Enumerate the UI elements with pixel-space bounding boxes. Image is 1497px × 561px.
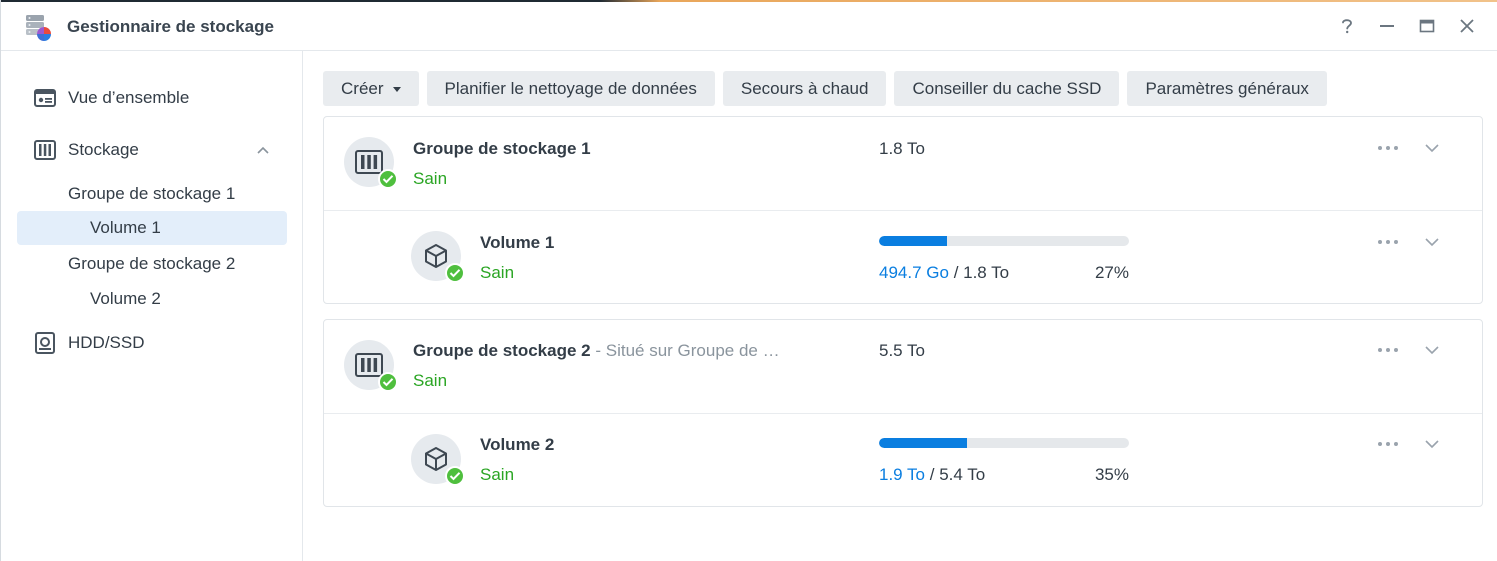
storage-pool-card: Groupe de stockage 2 - Situé sur Groupe … <box>323 319 1483 507</box>
volume-usage-percent: 35% <box>1094 465 1129 484</box>
hot-spare-button[interactable]: Secours à chaud <box>722 71 887 106</box>
storage-pool-row[interactable]: Groupe de stockage 2 - Situé sur Groupe … <box>324 320 1482 413</box>
storage-pool-status: Sain <box>413 169 448 188</box>
more-options-icon[interactable] <box>1376 343 1400 357</box>
chevron-down-icon[interactable] <box>1424 235 1440 249</box>
global-settings-button[interactable]: Paramètres généraux <box>1127 71 1327 106</box>
sidebar: Vue d’ensemble Stockage Groupe de stocka… <box>1 51 303 561</box>
volume-row[interactable]: Volume 1 Sain 494.7 Go / 1.8 To 27% <box>324 210 1482 303</box>
storage-pool-icon <box>344 137 398 189</box>
volume-usage-text: 494.7 Go / 1.8 To <box>879 263 1010 282</box>
sidebar-item-label: Groupe de stockage 1 <box>68 184 236 203</box>
minimize-icon[interactable] <box>1375 14 1399 38</box>
sidebar-item-label: HDD/SSD <box>68 333 145 352</box>
storage-pool-name: Groupe de stockage 1 <box>413 139 591 158</box>
dropdown-caret-icon <box>392 87 401 92</box>
storage-pool-row[interactable]: Groupe de stockage 1 Sain 1.8 To <box>324 117 1482 210</box>
main-content: Créer Planifier le nettoyage de données … <box>323 51 1483 561</box>
maximize-icon[interactable] <box>1415 14 1439 38</box>
storage-pool-status: Sain <box>413 371 448 390</box>
volume-usage-percent: 27% <box>1094 263 1129 282</box>
storage-pool-capacity: 5.5 To <box>879 341 926 360</box>
sidebar-item-hdd-ssd[interactable]: HDD/SSD <box>17 326 287 360</box>
storage-pool-card: Groupe de stockage 1 Sain 1.8 To Volume … <box>323 116 1483 304</box>
volume-icon <box>411 231 465 283</box>
sidebar-item-storage-pool-1[interactable]: Groupe de stockage 1 <box>17 177 287 211</box>
toolbar: Créer Planifier le nettoyage de données … <box>323 71 1327 106</box>
hdd-icon <box>34 332 56 354</box>
volume-name: Volume 1 <box>480 233 555 252</box>
storage-pool-name: Groupe de stockage 2 - Situé sur Groupe … <box>413 341 780 360</box>
sidebar-item-volume-1[interactable]: Volume 1 <box>17 211 287 245</box>
storage-pool-capacity: 1.8 To <box>879 139 926 158</box>
sidebar-item-storage-pool-2[interactable]: Groupe de stockage 2 <box>17 247 287 281</box>
healthy-check-icon <box>445 466 465 486</box>
sidebar-item-volume-2[interactable]: Volume 2 <box>17 282 287 316</box>
sidebar-item-label: Stockage <box>68 140 139 159</box>
sidebar-item-label: Volume 1 <box>90 218 161 237</box>
schedule-scrubbing-button[interactable]: Planifier le nettoyage de données <box>426 71 715 106</box>
chevron-up-icon[interactable] <box>255 142 271 158</box>
more-options-icon[interactable] <box>1376 235 1400 249</box>
sidebar-item-label: Groupe de stockage 2 <box>68 254 236 273</box>
close-icon[interactable] <box>1455 14 1479 38</box>
create-button[interactable]: Créer <box>323 71 419 106</box>
sidebar-item-label: Vue d’ensemble <box>68 88 190 107</box>
storage-manager-window: Gestionnaire de stockage Vue d’ensemble … <box>0 0 1497 561</box>
sidebar-item-storage[interactable]: Stockage <box>17 133 287 167</box>
ssd-cache-advisor-button[interactable]: Conseiller du cache SSD <box>894 71 1120 106</box>
healthy-check-icon <box>378 169 398 189</box>
overview-icon <box>34 87 56 109</box>
sidebar-item-label: Volume 2 <box>90 289 161 308</box>
storage-pool-icon <box>344 340 398 392</box>
create-button-label: Créer <box>341 78 384 98</box>
more-options-icon[interactable] <box>1376 141 1400 155</box>
healthy-check-icon <box>445 263 465 283</box>
volume-name: Volume 2 <box>480 435 555 454</box>
volume-usage-text: 1.9 To / 5.4 To <box>879 465 986 484</box>
volume-usage-bar <box>879 236 1129 246</box>
storage-manager-app-icon <box>23 12 53 42</box>
volume-usage-fill <box>879 236 947 246</box>
sidebar-item-overview[interactable]: Vue d’ensemble <box>17 81 287 115</box>
volume-usage-bar <box>879 438 1129 448</box>
chevron-down-icon[interactable] <box>1424 437 1440 451</box>
healthy-check-icon <box>378 372 398 392</box>
more-options-icon[interactable] <box>1376 437 1400 451</box>
help-icon[interactable] <box>1335 14 1359 38</box>
volume-icon <box>411 434 465 486</box>
window-title: Gestionnaire de stockage <box>67 17 274 36</box>
volume-status: Sain <box>480 263 515 282</box>
volume-status: Sain <box>480 465 515 484</box>
chevron-down-icon[interactable] <box>1424 141 1440 155</box>
volume-row[interactable]: Volume 2 Sain 1.9 To / 5.4 To 35% <box>324 413 1482 506</box>
chevron-down-icon[interactable] <box>1424 343 1440 357</box>
storage-icon <box>34 139 56 161</box>
volume-usage-fill <box>879 438 967 448</box>
title-bar: Gestionnaire de stockage <box>1 2 1497 51</box>
